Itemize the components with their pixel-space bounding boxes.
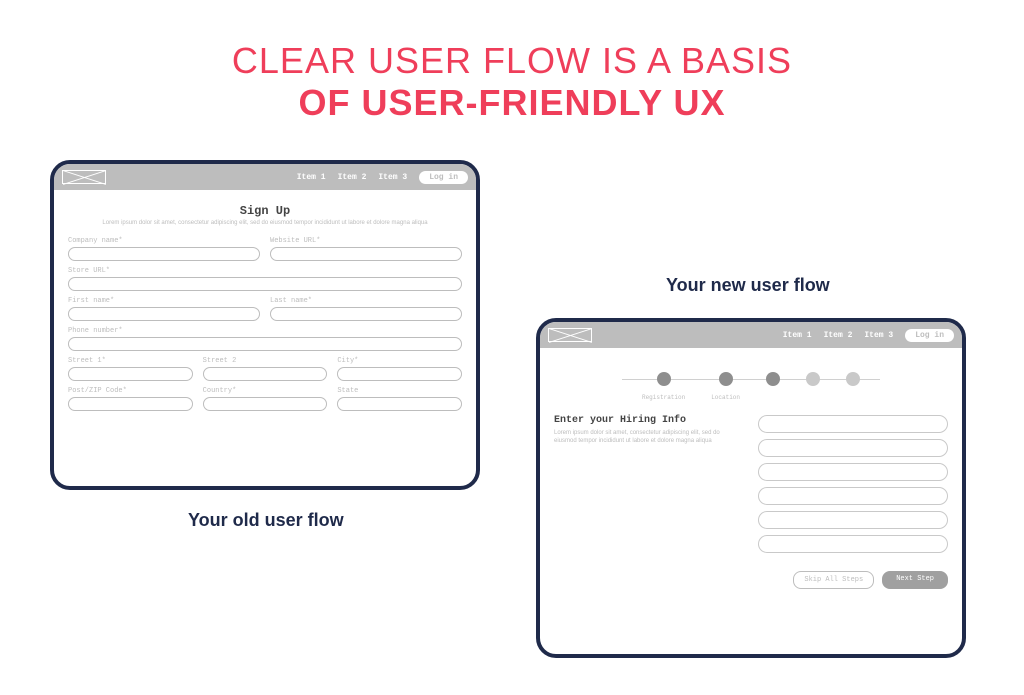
new-form-content: Registration Location Enter your Hiring … [540, 348, 962, 654]
nav-item-2[interactable]: Item 2 [824, 331, 853, 340]
new-form-inputs [758, 415, 948, 553]
nav-item-3[interactable]: Item 3 [378, 173, 407, 182]
signup-subtext: Lorem ipsum dolor sit amet, consectetur … [98, 220, 432, 227]
old-form-content: Sign Up Lorem ipsum dolor sit amet, cons… [54, 190, 476, 486]
new-input-1[interactable] [758, 415, 948, 433]
old-flow-device: Item 1 Item 2 Item 3 Log in Sign Up Lore… [50, 160, 480, 490]
skip-all-button[interactable]: Skip All Steps [793, 571, 874, 589]
login-button[interactable]: Log in [419, 171, 468, 184]
input-phone[interactable] [68, 337, 462, 351]
nav-item-1[interactable]: Item 1 [783, 331, 812, 340]
nav-item-1[interactable]: Item 1 [297, 173, 326, 182]
step-5[interactable] [846, 372, 860, 394]
signup-heading: Sign Up [68, 204, 462, 218]
old-topbar: Item 1 Item 2 Item 3 Log in [54, 164, 476, 190]
new-flow-caption: Your new user flow [666, 275, 830, 296]
new-flow-device: Item 1 Item 2 Item 3 Log in Registration… [536, 318, 966, 658]
login-button[interactable]: Log in [905, 329, 954, 342]
input-company[interactable] [68, 247, 260, 261]
next-step-button[interactable]: Next Step [882, 571, 948, 589]
new-topbar: Item 1 Item 2 Item 3 Log in [540, 322, 962, 348]
title-line-2: OF USER-FRIENDLY UX [0, 82, 1024, 124]
step-3[interactable] [766, 372, 780, 394]
page-title: CLEAR USER FLOW IS A BASIS OF USER-FRIEN… [0, 0, 1024, 124]
input-street1[interactable] [68, 367, 193, 381]
input-city[interactable] [337, 367, 462, 381]
input-store[interactable] [68, 277, 462, 291]
step-dot-icon [657, 372, 671, 386]
label-zip: Post/ZIP Code* [68, 387, 193, 395]
input-country[interactable] [203, 397, 328, 411]
step-dot-icon [719, 372, 733, 386]
new-input-3[interactable] [758, 463, 948, 481]
new-input-5[interactable] [758, 511, 948, 529]
step-4[interactable] [806, 372, 820, 394]
step-2[interactable]: Location [711, 372, 740, 401]
step-2-label: Location [711, 394, 740, 401]
step-1[interactable]: Registration [642, 372, 685, 401]
label-country: Country* [203, 387, 328, 395]
input-url[interactable] [270, 247, 462, 261]
input-first[interactable] [68, 307, 260, 321]
new-form-heading: Enter your Hiring Info [554, 415, 744, 426]
input-street2[interactable] [203, 367, 328, 381]
stepper: Registration Location [554, 358, 948, 407]
label-phone: Phone number* [68, 327, 462, 335]
new-input-2[interactable] [758, 439, 948, 457]
step-dot-icon [846, 372, 860, 386]
logo-placeholder-icon [62, 170, 106, 184]
label-store: Store URL* [68, 267, 462, 275]
label-last: Last name* [270, 297, 462, 305]
old-flow-caption: Your old user flow [188, 510, 344, 531]
step-dot-icon [806, 372, 820, 386]
step-dot-icon [766, 372, 780, 386]
logo-placeholder-icon [548, 328, 592, 342]
label-company: Company name* [68, 237, 260, 245]
new-input-4[interactable] [758, 487, 948, 505]
step-1-label: Registration [642, 394, 685, 401]
nav-item-2[interactable]: Item 2 [338, 173, 367, 182]
label-state: State [337, 387, 462, 395]
nav-item-3[interactable]: Item 3 [864, 331, 893, 340]
new-form-subtext: Lorem ipsum dolor sit amet, consectetur … [554, 430, 744, 446]
label-street2: Street 2 [203, 357, 328, 365]
label-first: First name* [68, 297, 260, 305]
title-line-1: CLEAR USER FLOW IS A BASIS [0, 40, 1024, 82]
new-input-6[interactable] [758, 535, 948, 553]
label-url: Website URL* [270, 237, 462, 245]
input-last[interactable] [270, 307, 462, 321]
input-state[interactable] [337, 397, 462, 411]
label-city: City* [337, 357, 462, 365]
input-zip[interactable] [68, 397, 193, 411]
label-street1: Street 1* [68, 357, 193, 365]
